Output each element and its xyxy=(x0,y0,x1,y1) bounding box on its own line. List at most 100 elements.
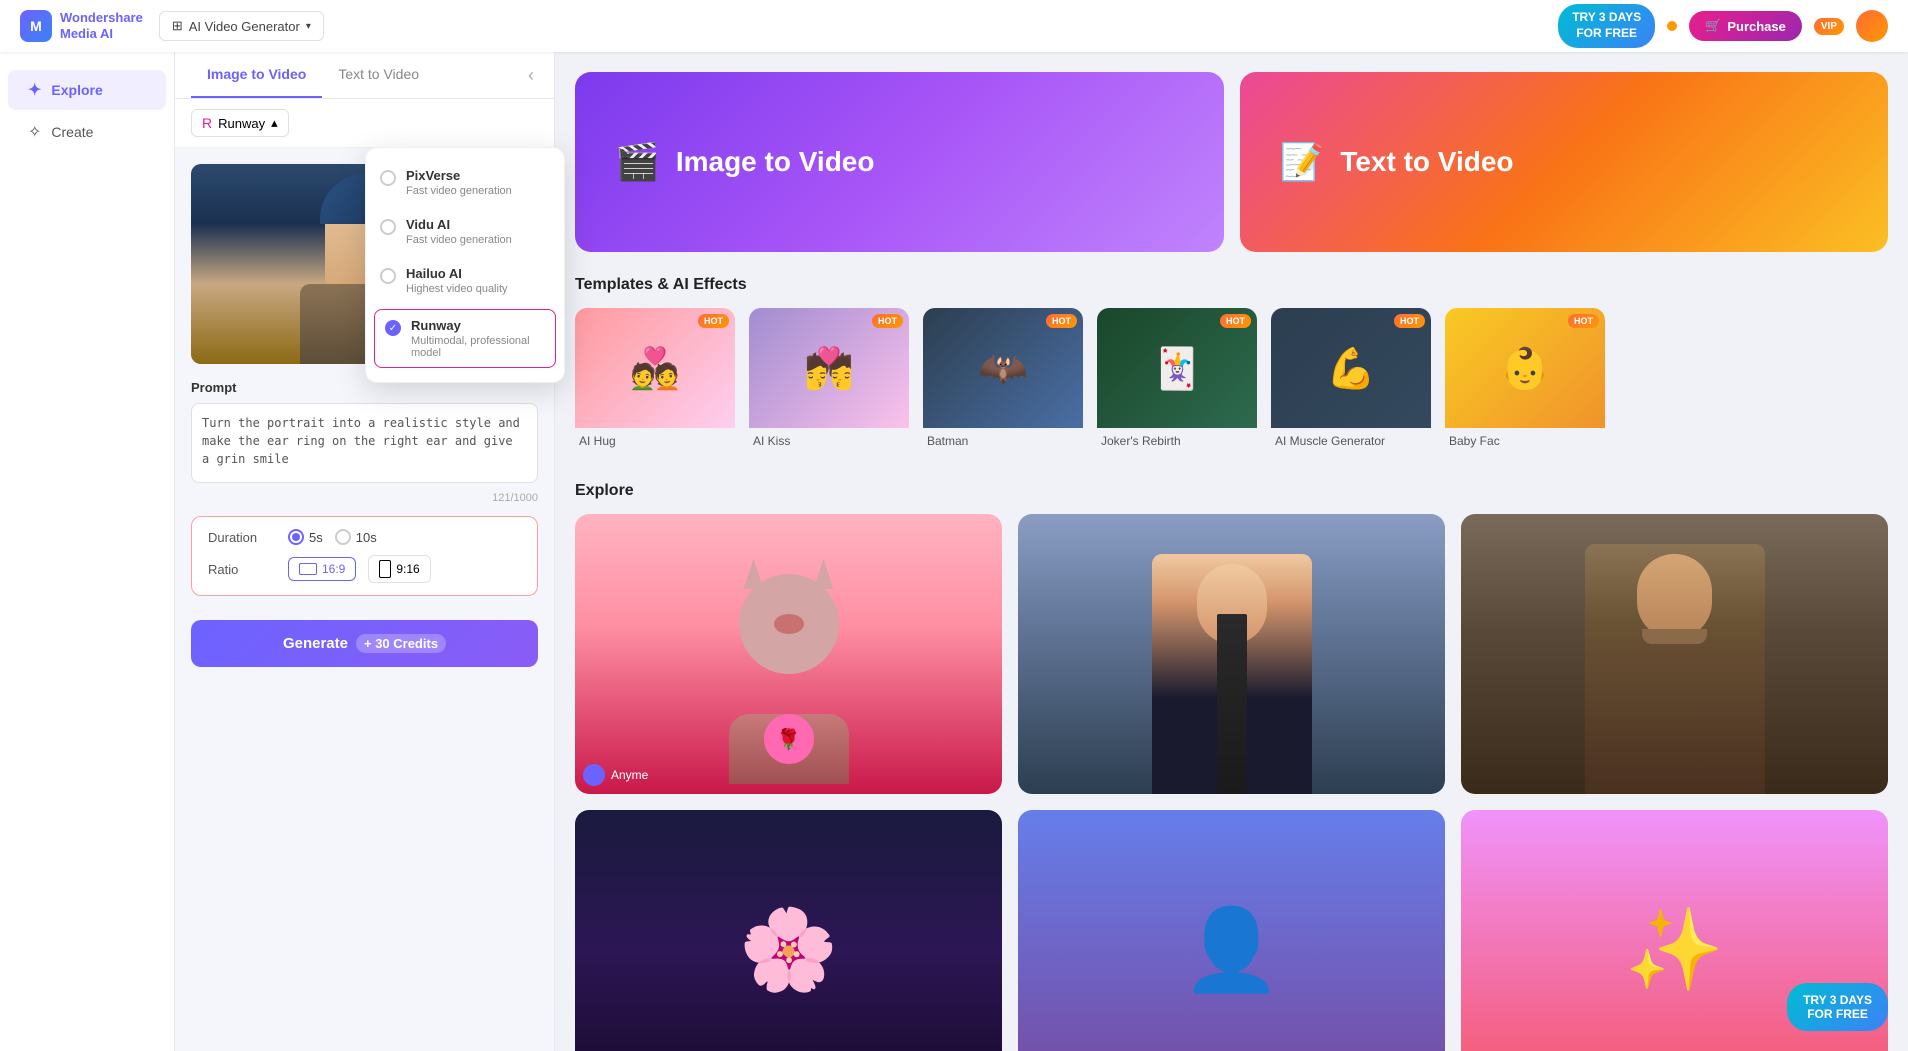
template-hug-label: AI Hug xyxy=(575,428,735,454)
hot-badge-joker: HOT xyxy=(1220,314,1251,328)
hero-text-to-video[interactable]: 📝 Text to Video xyxy=(1240,72,1889,252)
nav-ai-video-generator[interactable]: ⊞ AI Video Generator ▾ xyxy=(159,11,324,41)
explore-img-portrait2: 👤 xyxy=(1018,810,1445,1051)
text-to-video-icon: 📝 xyxy=(1280,141,1325,183)
try-free-corner-line1: TRY 3 DAYS xyxy=(1803,993,1872,1007)
explore-img-cat: 🌹 xyxy=(575,514,1002,794)
tab-image-to-video[interactable]: Image to Video xyxy=(191,52,322,98)
duration-setting: Duration 5s 10s xyxy=(208,529,521,545)
explore-img-flowers: 🌸 xyxy=(575,810,1002,1051)
credits-badge: + 30 Credits xyxy=(356,634,446,653)
header-right: TRY 3 DAYS FOR FREE 🛒 Purchase VIP xyxy=(1558,4,1888,47)
runway-icon: R xyxy=(202,115,212,131)
dropdown-item-hailuo[interactable]: Hailuo AI Highest video quality xyxy=(366,256,564,305)
prompt-textarea[interactable]: Turn the portrait into a realistic style… xyxy=(191,403,538,483)
header: M Wondershare Media AI ⊞ AI Video Genera… xyxy=(0,0,1908,52)
hero-image-to-video[interactable]: 🎬 Image to Video xyxy=(575,72,1224,252)
template-kiss-label: AI Kiss xyxy=(749,428,909,454)
template-jokers-rebirth[interactable]: 🃏 HOT Joker's Rebirth xyxy=(1097,308,1257,454)
explore-img-woman xyxy=(1018,514,1445,794)
explore-card-woman[interactable] xyxy=(1018,514,1445,794)
explore-icon: ✦ xyxy=(28,80,41,100)
dropdown-item-vidu[interactable]: Vidu AI Fast video generation xyxy=(366,207,564,256)
cart-icon: 🛒 xyxy=(1705,18,1721,34)
hero-text-to-video-title: Text to Video xyxy=(1340,146,1513,178)
tabs: Image to Video Text to Video ‹ xyxy=(175,52,554,99)
duration-5s[interactable]: 5s xyxy=(288,529,323,545)
template-muscle[interactable]: 💪 HOT AI Muscle Generator xyxy=(1271,308,1431,454)
prompt-counter: 121/1000 xyxy=(191,492,538,504)
hailuo-name: Hailuo AI xyxy=(406,266,508,281)
ratio-9-16[interactable]: 9:16 xyxy=(368,555,430,583)
explore-card-portrait2[interactable]: 👤 xyxy=(1018,810,1445,1051)
template-ai-kiss[interactable]: 💏 HOT AI Kiss xyxy=(749,308,909,454)
radio-5s-dot xyxy=(288,529,304,545)
sidebar-item-explore[interactable]: ✦ Explore xyxy=(8,70,166,110)
purchase-button[interactable]: 🛒 Purchase xyxy=(1689,11,1802,41)
logo-icon: M xyxy=(20,10,52,42)
image-to-video-icon: 🎬 xyxy=(615,141,660,183)
settings-section: Duration 5s 10s Ratio xyxy=(191,516,538,596)
template-joker-label: Joker's Rebirth xyxy=(1097,428,1257,454)
hot-badge-hug: HOT xyxy=(698,314,729,328)
hero-banners: 🎬 Image to Video 📝 Text to Video xyxy=(575,72,1888,252)
template-batman[interactable]: 🦇 HOT Batman xyxy=(923,308,1083,454)
try-free-button[interactable]: TRY 3 DAYS FOR FREE xyxy=(1558,4,1655,47)
duration-label: Duration xyxy=(208,530,288,545)
ratio-16-9[interactable]: 16:9 xyxy=(288,557,356,581)
hero-image-to-video-title: Image to Video xyxy=(676,146,875,178)
hot-badge-kiss: HOT xyxy=(872,314,903,328)
try-free-corner-line2: FOR FREE xyxy=(1803,1007,1872,1021)
collapse-button[interactable]: ‹ xyxy=(524,52,538,98)
main-content: 🎬 Image to Video 📝 Text to Video Templat… xyxy=(555,52,1908,1051)
explore-card-flowers[interactable]: 🌸 xyxy=(575,810,1002,1051)
explore-img-man xyxy=(1461,514,1888,794)
pixverse-desc: Fast video generation xyxy=(406,185,512,197)
grid-icon: ⊞ xyxy=(172,18,183,34)
avatar[interactable] xyxy=(1856,10,1888,42)
prompt-section: Prompt Turn the portrait into a realisti… xyxy=(175,380,554,516)
ratio-setting: Ratio 16:9 9:16 xyxy=(208,555,521,583)
vidu-radio xyxy=(380,219,396,235)
template-baby-face[interactable]: 👶 HOT Baby Fac xyxy=(1445,308,1605,454)
hot-badge-muscle: HOT xyxy=(1394,314,1425,328)
create-icon: ✧ xyxy=(28,122,41,142)
duration-10s[interactable]: 10s xyxy=(335,529,377,545)
chevron-up-icon: ▴ xyxy=(271,115,278,131)
generate-button[interactable]: Generate + 30 Credits xyxy=(191,620,538,667)
template-ai-hug[interactable]: 💑 HOT AI Hug xyxy=(575,308,735,454)
explore-username-cat: Anyme xyxy=(611,768,648,782)
explore-card-man[interactable] xyxy=(1461,514,1888,794)
main-layout: ✦ Explore ✧ Create Image to Video Text t… xyxy=(0,52,1908,1051)
model-selector[interactable]: R Runway ▴ xyxy=(191,109,289,137)
explore-section-title: Explore xyxy=(575,482,1888,500)
model-dropdown: PixVerse Fast video generation Vidu AI F… xyxy=(365,147,565,383)
template-baby-label: Baby Fac xyxy=(1445,428,1605,454)
sidebar-item-create[interactable]: ✧ Create xyxy=(8,112,166,152)
header-left: M Wondershare Media AI ⊞ AI Video Genera… xyxy=(20,10,324,42)
ratio-group: 16:9 9:16 xyxy=(288,555,431,583)
status-indicator xyxy=(1667,21,1677,31)
model-bar: R Runway ▴ xyxy=(175,99,554,148)
explore-card-cat-bottom: Anyme xyxy=(583,764,648,786)
left-panel: Image to Video Text to Video ‹ R Runway … xyxy=(175,52,555,1051)
vip-badge: VIP xyxy=(1814,18,1844,35)
dropdown-item-pixverse[interactable]: PixVerse Fast video generation xyxy=(366,158,564,207)
dropdown-item-runway[interactable]: Runway Multimodal, professional model xyxy=(374,309,556,368)
radio-10s-dot xyxy=(335,529,351,545)
runway-radio xyxy=(385,320,401,336)
tab-text-to-video[interactable]: Text to Video xyxy=(322,52,435,98)
try-free-corner-button[interactable]: TRY 3 DAYS FOR FREE xyxy=(1787,983,1888,1031)
chevron-down-icon: ▾ xyxy=(306,21,311,32)
pixverse-name: PixVerse xyxy=(406,168,512,183)
hot-badge-baby: HOT xyxy=(1568,314,1599,328)
ratio-16-9-icon xyxy=(299,563,317,575)
pixverse-radio xyxy=(380,170,396,186)
templates-scroll: 💑 HOT AI Hug 💏 HOT AI Kiss 🦇 HOT Batman … xyxy=(575,308,1888,458)
explore-card-cat[interactable]: 🌹 Anyme xyxy=(575,514,1002,794)
runway-name: Runway xyxy=(411,318,545,333)
ratio-9-16-icon xyxy=(379,560,391,578)
explore-grid: 🌹 Anyme xyxy=(575,514,1888,1051)
sidebar: ✦ Explore ✧ Create xyxy=(0,52,175,1051)
hailuo-desc: Highest video quality xyxy=(406,283,508,295)
